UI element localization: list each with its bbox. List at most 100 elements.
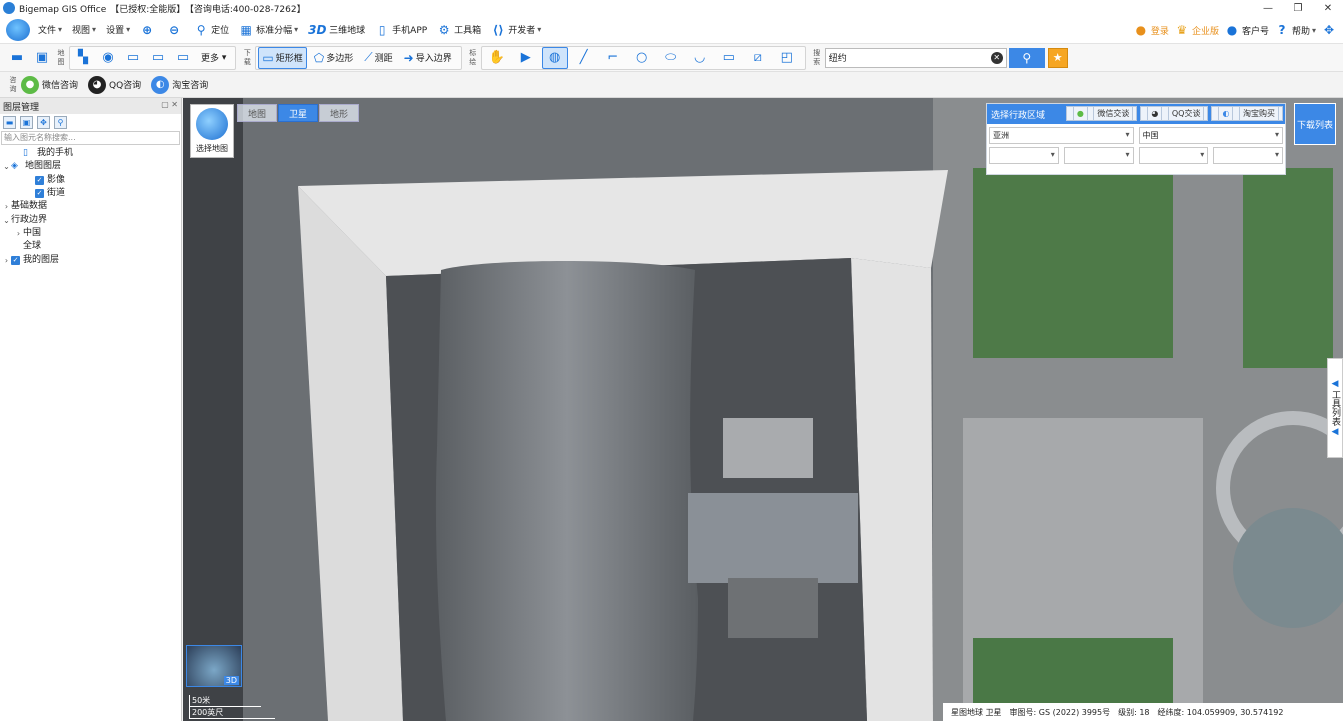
continent-select[interactable]: 亚洲 — [989, 127, 1134, 144]
layer-checkbox[interactable]: ✓ — [11, 255, 20, 265]
expand-arrow-icon[interactable]: ⌄ — [2, 160, 11, 173]
open-folder-icon[interactable]: ▬ — [3, 115, 16, 129]
rectangle-draw-button[interactable]: ▭ — [716, 47, 742, 69]
maximize-button[interactable]: ❐ — [1283, 0, 1313, 16]
map-layer-a-button[interactable]: ▭ — [122, 47, 144, 69]
tools-list-tab[interactable]: ◀ 工具列表 ◀ — [1327, 358, 1343, 458]
menu-view[interactable]: 视图 — [72, 23, 96, 36]
menu-mobile-app-label: 手机APP — [392, 26, 428, 36]
open-button[interactable]: ▬ — [6, 47, 28, 69]
menu-settings[interactable]: 设置 — [106, 23, 130, 36]
rect-frame-button[interactable]: ▭ 矩形框 — [258, 46, 307, 69]
layer-tree-item[interactable]: ✓ 影像 — [0, 174, 181, 187]
pan-button[interactable]: ✋ — [484, 47, 510, 69]
layer-checkbox[interactable]: ✓ — [35, 189, 44, 199]
fullscreen-button[interactable]: ✥ — [1322, 23, 1339, 37]
menu-toolbox[interactable]: ⚙ 工具箱 — [437, 23, 481, 37]
select-button[interactable]: ▶ — [513, 47, 539, 69]
menu-developer[interactable]: ⟨⟩ 开发者 — [491, 23, 541, 37]
menu-locate[interactable]: ⚲ 定位 — [194, 23, 229, 37]
layer-tree-item[interactable]: ✓ 街道 — [0, 187, 181, 200]
layer-tree-item[interactable]: › ✓ 我的图层 — [0, 253, 181, 266]
map-layer-c-button[interactable]: ▭ — [172, 47, 194, 69]
ruler-draw-button[interactable]: ⧄ — [745, 47, 771, 69]
save-button[interactable]: ▣ — [31, 47, 53, 69]
map-source-button[interactable]: ▚ — [72, 47, 94, 69]
layer-checkbox[interactable]: ✓ — [35, 175, 44, 185]
clear-search-icon[interactable]: ✕ — [990, 51, 1003, 64]
zoom-in-button[interactable]: ⊕ — [140, 23, 157, 37]
more-button[interactable]: 更多 ▾ — [197, 47, 230, 69]
expand-icon[interactable]: ✥ — [37, 115, 50, 129]
wechat-consult-button[interactable]: ● 微信咨询 — [21, 75, 78, 94]
district-select[interactable] — [1138, 147, 1209, 164]
area-measure-button[interactable]: ◰ — [774, 47, 800, 69]
tab-map[interactable]: 地图 — [237, 104, 277, 122]
map-layer-a-icon: ▭ — [126, 50, 140, 65]
minimize-button[interactable]: — — [1253, 0, 1283, 16]
province-select[interactable] — [989, 147, 1059, 164]
expand-arrow-icon[interactable]: › — [2, 200, 11, 213]
zoom-out-button[interactable]: ⊖ — [167, 23, 184, 37]
menu-right: ●登录 ♛企业版 ●客户号 ?帮助 ✥ — [1128, 16, 1339, 44]
download-list-button[interactable]: 下载列表 — [1294, 103, 1336, 145]
customer-button[interactable]: ● 客户号 — [1225, 23, 1269, 37]
map-globe-button[interactable]: ◉ — [97, 47, 119, 69]
polygon-button[interactable]: ⬠ 多边形 — [310, 47, 357, 69]
location-pin-icon: ⚲ — [196, 22, 206, 37]
layer-tree-item[interactable]: › 基础数据 — [0, 200, 181, 213]
layer-tree-item[interactable]: 全球 — [0, 240, 181, 253]
menu-file[interactable]: 文件 — [38, 23, 62, 36]
wechat-chat-button[interactable]: ● 微信交谈 — [1065, 106, 1138, 121]
tab-satellite[interactable]: 卫星 — [278, 104, 318, 122]
taobao-consult-button[interactable]: ◐ 淘宝咨询 — [151, 75, 208, 94]
save-layer-icon[interactable]: ▣ — [20, 115, 33, 129]
marker-button[interactable]: ◍ — [541, 46, 568, 69]
layer-tree-item[interactable]: ⌄ ◈ 地图图层 — [0, 160, 181, 173]
town-select[interactable] — [1213, 147, 1283, 164]
help-button[interactable]: ? 帮助 — [1275, 23, 1316, 37]
measure-button[interactable]: ⟋ 测距 — [360, 47, 396, 69]
expand-arrow-icon[interactable]: ⌄ — [2, 214, 11, 227]
wechat-icon: ● — [21, 75, 39, 94]
qq-chat-label: QQ交谈 — [1167, 106, 1205, 121]
tab-terrain[interactable]: 地形 — [319, 104, 359, 122]
map-layer-b-button[interactable]: ▭ — [147, 47, 169, 69]
layer-tree-item[interactable]: ⌄ 行政边界 — [0, 213, 181, 226]
taobao-buy-button[interactable]: ◐ 淘宝购买 — [1211, 106, 1283, 121]
login-button[interactable]: ● 登录 — [1134, 23, 1169, 37]
download-group-label: 下载 — [243, 48, 251, 66]
ellipse-button[interactable]: ⬭ — [658, 47, 684, 69]
city-select[interactable] — [1063, 147, 1134, 164]
qq-consult-button[interactable]: ◕ QQ咨询 — [88, 75, 141, 94]
close-button[interactable]: ✕ — [1313, 0, 1343, 16]
app-logo-icon — [3, 2, 15, 14]
app-title: Bigemap GIS Office — [19, 4, 107, 15]
choose-map-button[interactable]: 选择地图 — [190, 104, 234, 158]
country-select[interactable]: 中国 — [1138, 127, 1283, 144]
menu-3d-globe[interactable]: 3D 三维地球 — [308, 23, 365, 37]
expand-arrow-icon[interactable]: › — [2, 254, 11, 267]
layer-tree-item[interactable]: › 中国 — [0, 227, 181, 240]
layer-tree-label: 基础数据 — [11, 201, 48, 212]
layer-tree-item[interactable]: ▯ 我的手机 — [0, 147, 181, 160]
circle-button[interactable]: ○ — [629, 47, 655, 69]
bigemap-logo-icon[interactable] — [6, 18, 30, 41]
menu-mobile-app[interactable]: ▯ 手机APP — [375, 23, 427, 37]
search-button[interactable]: ⚲ — [1008, 47, 1045, 68]
favorite-button[interactable]: ★ — [1047, 47, 1068, 68]
menu-standard-sheet[interactable]: ▦ 标准分幅 — [239, 23, 298, 37]
line-button[interactable]: ╱ — [571, 47, 597, 69]
import-boundary-button[interactable]: ➜ 导入边界 — [400, 47, 456, 69]
panel-controls[interactable]: ▢ ✕ — [161, 100, 178, 109]
arc-button[interactable]: ◡ — [687, 47, 713, 69]
enterprise-button[interactable]: ♛ 企业版 — [1175, 23, 1219, 37]
polyline-button[interactable]: ⌐ — [600, 47, 626, 69]
expand-arrow-icon[interactable]: › — [14, 227, 23, 240]
layer-search-input[interactable]: 输入图元名称搜索... — [1, 131, 180, 145]
3d-globe-thumbnail[interactable]: 3D — [186, 645, 242, 687]
map-view[interactable]: 选择地图 地图 卫星 地形 选择行政区域 ● 微信交谈 ◕ QQ交谈 ◐ 淘宝购… — [183, 98, 1343, 721]
search-input[interactable]: 纽约 ✕ — [824, 47, 1007, 68]
qq-chat-button[interactable]: ◕ QQ交谈 — [1140, 106, 1209, 121]
search-layer-icon[interactable]: ⚲ — [54, 115, 67, 129]
